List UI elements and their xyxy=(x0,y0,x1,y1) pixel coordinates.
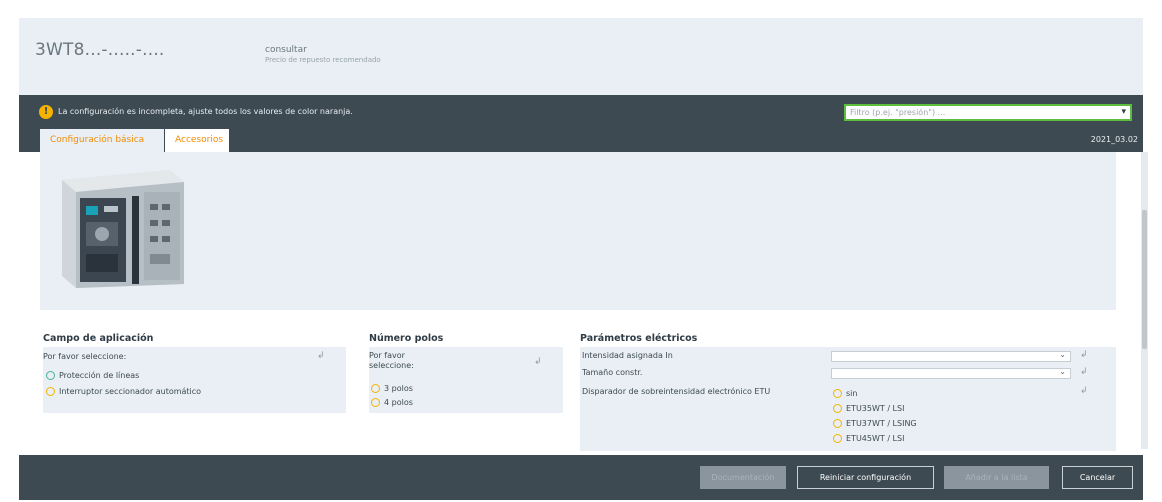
status-bar: ! La configuración es incompleta, ajuste… xyxy=(19,95,1143,152)
radio-3-polos[interactable]: 3 polos xyxy=(371,384,413,393)
price-sublabel: Precio de repuesto recomendado xyxy=(265,56,381,64)
radio-icon xyxy=(833,419,842,428)
radio-proteccion-lineas[interactable]: Protección de líneas xyxy=(46,371,139,380)
chevron-down-icon: ⌄ xyxy=(1059,350,1066,359)
radio-4-polos[interactable]: 4 polos xyxy=(371,398,413,407)
campo-aplicacion-title: Campo de aplicación xyxy=(43,333,154,344)
numero-polos-title: Número polos xyxy=(369,333,444,344)
radio-interruptor-seccionador[interactable]: Interruptor seccionador automático xyxy=(46,387,201,396)
radio-icon xyxy=(371,384,380,393)
param-etu-label: Disparador de sobreintensidad electrónic… xyxy=(582,387,771,396)
tab-configuracion-basica[interactable]: Configuración básica xyxy=(40,129,164,152)
cancel-button[interactable]: Cancelar xyxy=(1062,466,1133,489)
warning-icon: ! xyxy=(39,105,53,119)
price-label: consultar xyxy=(265,45,307,55)
radio-icon xyxy=(833,389,842,398)
radio-icon xyxy=(46,387,55,396)
scrollbar-thumb[interactable] xyxy=(1142,210,1147,349)
product-image-panel xyxy=(40,152,1116,310)
chevron-down-icon: ⌄ xyxy=(1059,367,1066,376)
radio-icon xyxy=(833,404,842,413)
filter-select[interactable]: Filtro (p.ej. "presión") ... ▾ xyxy=(844,104,1132,121)
radio-icon xyxy=(46,371,55,380)
campo-aplicacion-panel: Por favor seleccione: ↲ Protección de lí… xyxy=(43,347,346,413)
product-code: 3WT8...-.....-.... xyxy=(35,40,165,60)
documentacion-button[interactable]: Documentación xyxy=(700,466,786,489)
polos-prompt-line2: seleccione: xyxy=(369,361,414,370)
radio-label: ETU37WT / LSING xyxy=(846,419,917,428)
parametros-electricos-panel: Intensidad asignada In ⌄ ↲ Tamaño constr… xyxy=(580,347,1116,451)
intensidad-select[interactable]: ⌄ xyxy=(831,350,1071,362)
radio-label: Interruptor seccionador automático xyxy=(59,387,202,396)
dropdown-arrow-icon: ▾ xyxy=(1121,107,1126,117)
radio-label: Protección de líneas xyxy=(59,371,140,380)
radio-label: 3 polos xyxy=(384,384,413,393)
filter-placeholder: Filtro (p.ej. "presión") ... xyxy=(850,108,946,117)
polos-prompt-line1: Por favor xyxy=(369,351,405,360)
footer-bar: Documentación Reiniciar configuración Añ… xyxy=(19,455,1143,500)
reiniciar-configuracion-button[interactable]: Reiniciar configuración xyxy=(797,466,934,489)
parametros-electricos-title: Parámetros eléctricos xyxy=(580,333,698,344)
circuit-breaker-image xyxy=(62,170,184,288)
radio-label: 4 polos xyxy=(384,398,413,407)
radio-label: ETU45WT / LSI xyxy=(846,434,905,443)
tamano-select[interactable]: ⌄ xyxy=(831,367,1071,379)
campo-prompt: Por favor seleccione: xyxy=(43,352,127,361)
radio-icon xyxy=(833,434,842,443)
enter-icon[interactable]: ↲ xyxy=(534,357,542,367)
incomplete-warning: La configuración es incompleta, ajuste t… xyxy=(58,107,353,116)
enter-icon[interactable]: ↲ xyxy=(1080,350,1088,360)
price-block: consultar Precio de repuesto recomendado xyxy=(265,45,381,64)
enter-icon[interactable]: ↲ xyxy=(1080,367,1088,377)
radio-label: ETU35WT / LSI xyxy=(846,404,905,413)
radio-etu35wt[interactable]: ETU35WT / LSI xyxy=(833,404,904,413)
product-header: 3WT8...-.....-.... consultar Precio de r… xyxy=(19,18,1143,95)
anadir-lista-button[interactable]: Añadir a la lista xyxy=(944,466,1049,489)
tab-accesorios[interactable]: Accesorios xyxy=(165,129,229,152)
radio-etu37wt[interactable]: ETU37WT / LSING xyxy=(833,419,917,428)
enter-icon[interactable]: ↲ xyxy=(1080,386,1088,396)
radio-etu-sin[interactable]: sin xyxy=(833,389,857,398)
radio-label: sin xyxy=(846,389,858,398)
param-tamano-label: Tamaño constr. xyxy=(582,368,643,377)
version-label: 2021_03.02 xyxy=(1090,135,1138,144)
radio-icon xyxy=(371,398,380,407)
param-intensidad-label: Intensidad asignada In xyxy=(582,351,673,360)
radio-etu45wt[interactable]: ETU45WT / LSI xyxy=(833,434,904,443)
enter-icon[interactable]: ↲ xyxy=(317,351,325,361)
numero-polos-panel: Por favor seleccione: ↲ 3 polos 4 polos xyxy=(369,347,563,413)
